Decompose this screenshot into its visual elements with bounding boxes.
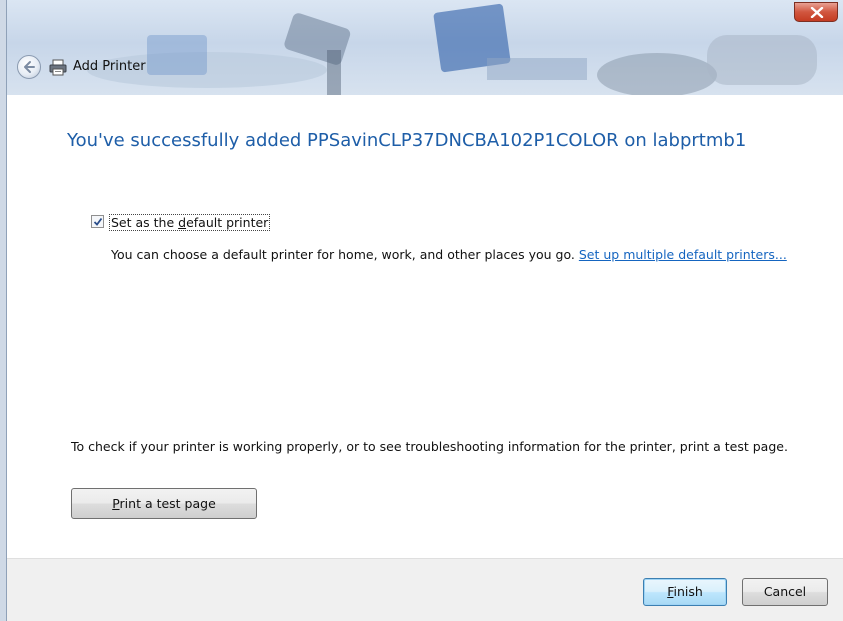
close-button[interactable] [794, 2, 838, 22]
title-bar: Add Printer [7, 0, 843, 95]
cancel-button[interactable]: Cancel [742, 578, 828, 606]
window-title: Add Printer [73, 59, 146, 74]
default-printer-description: You can choose a default printer for hom… [111, 246, 791, 264]
success-heading: You've successfully added PPSavinCLP37DN… [67, 130, 747, 151]
default-printer-label-accesskey: d [178, 215, 187, 230]
default-printer-checkbox[interactable] [91, 215, 104, 228]
print-test-page-button[interactable]: Print a test page [71, 488, 257, 519]
back-arrow-icon [24, 61, 35, 73]
back-button[interactable] [17, 55, 41, 79]
title-bar-decoration [87, 3, 817, 95]
default-printer-label[interactable]: Set as the default printer [109, 214, 271, 231]
add-printer-window: Add Printer You've successfully added PP… [6, 0, 843, 621]
checkmark-icon [93, 217, 103, 226]
printer-icon [49, 59, 67, 76]
finish-label: inish [673, 584, 703, 599]
test-page-info: To check if your printer is working prop… [71, 439, 788, 454]
default-printer-label-part: Set as the [111, 215, 179, 230]
print-test-page-label: rint a test page [119, 496, 216, 511]
print-test-page-accesskey: P [112, 496, 120, 511]
close-icon [810, 7, 824, 18]
finish-button[interactable]: Finish [643, 578, 727, 606]
dialog-footer: Finish Cancel [7, 558, 843, 621]
default-printer-label-rest: efault printer [186, 215, 269, 230]
setup-multiple-defaults-link[interactable]: Set up multiple default printers... [579, 247, 787, 262]
description-text: You can choose a default printer for hom… [111, 247, 579, 262]
